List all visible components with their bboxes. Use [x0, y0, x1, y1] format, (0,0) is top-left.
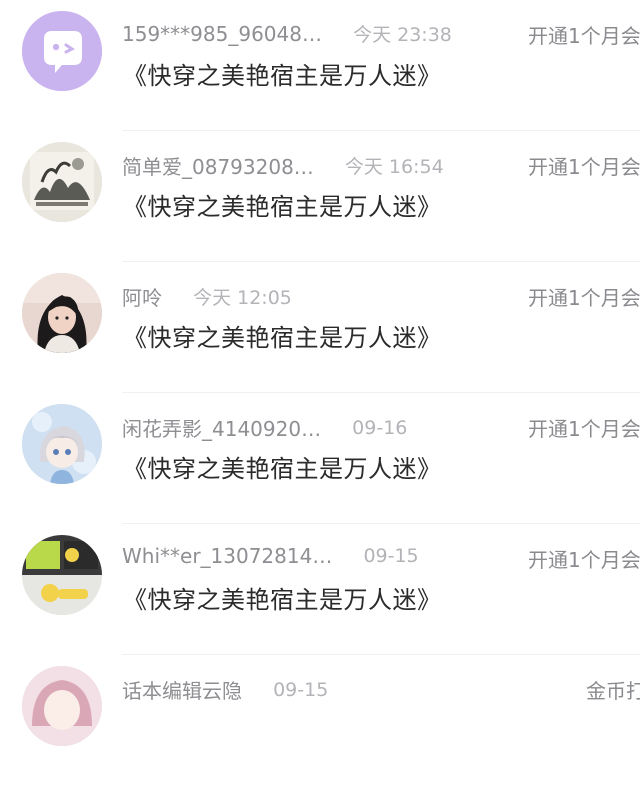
timestamp: 09-16 [352, 416, 408, 439]
action-text: 开通1个月会 [528, 24, 640, 48]
landscape-painting-avatar-icon [22, 142, 102, 222]
avatar[interactable] [22, 273, 102, 353]
action-text: 开通1个月会 [528, 155, 640, 179]
username[interactable]: 闲花弄影_4140920… [122, 413, 321, 442]
action-text: 金币打 [586, 679, 640, 703]
list-item[interactable]: 闲花弄影_4140920… 09-16 《快穿之美艳宿主是万人迷》 开通1个月会 [0, 393, 640, 524]
timestamp: 今天 23:38 [353, 24, 452, 46]
action-text: 开通1个月会 [528, 548, 640, 572]
girl-photo-avatar-icon [22, 273, 102, 353]
list-item[interactable]: 简单爱_08793208… 今天 16:54 《快穿之美艳宿主是万人迷》 开通1… [0, 131, 640, 262]
action-text: 开通1个月会 [528, 286, 640, 310]
avatar[interactable] [22, 142, 102, 222]
yellow-figure-avatar-icon [22, 535, 102, 615]
default-chat-avatar-icon [22, 11, 102, 91]
avatar[interactable] [22, 666, 102, 746]
avatar[interactable] [22, 11, 102, 91]
timestamp: 09-15 [363, 545, 419, 567]
book-title[interactable]: 《快穿之美艳宿主是万人迷》 [123, 187, 442, 222]
username[interactable]: 阿呤 [122, 282, 162, 311]
action-text: 开通1个月会 [528, 417, 640, 441]
book-title[interactable]: 《快穿之美艳宿主是万人迷》 [123, 56, 442, 91]
avatar[interactable] [22, 404, 102, 484]
list-item[interactable]: 话本编辑云隐 09-15 金币打 [0, 655, 640, 786]
book-title[interactable]: 《快穿之美艳宿主是万人迷》 [123, 318, 442, 353]
username[interactable]: 159***985_96048… [122, 22, 322, 46]
timestamp: 09-15 [273, 678, 329, 701]
username[interactable]: Whi**er_13072814… [122, 544, 332, 568]
avatar[interactable] [22, 535, 102, 615]
username[interactable]: 话本编辑云隐 [122, 675, 242, 704]
list-item[interactable]: Whi**er_13072814… 09-15 《快穿之美艳宿主是万人迷》 开通… [0, 524, 640, 655]
list-item[interactable]: 阿呤 今天 12:05 《快穿之美艳宿主是万人迷》 开通1个月会 [0, 262, 640, 393]
timestamp: 今天 12:05 [193, 287, 292, 309]
username[interactable]: 简单爱_08793208… [122, 151, 314, 180]
anime-character-avatar-icon [22, 404, 102, 484]
timestamp: 今天 16:54 [344, 156, 444, 178]
book-title[interactable]: 《快穿之美艳宿主是万人迷》 [123, 449, 442, 484]
list-item[interactable]: 159***985_96048… 今天 23:38 《快穿之美艳宿主是万人迷》 … [0, 0, 640, 131]
anime-girl-avatar-icon [22, 666, 102, 746]
book-title[interactable]: 《快穿之美艳宿主是万人迷》 [123, 580, 442, 615]
